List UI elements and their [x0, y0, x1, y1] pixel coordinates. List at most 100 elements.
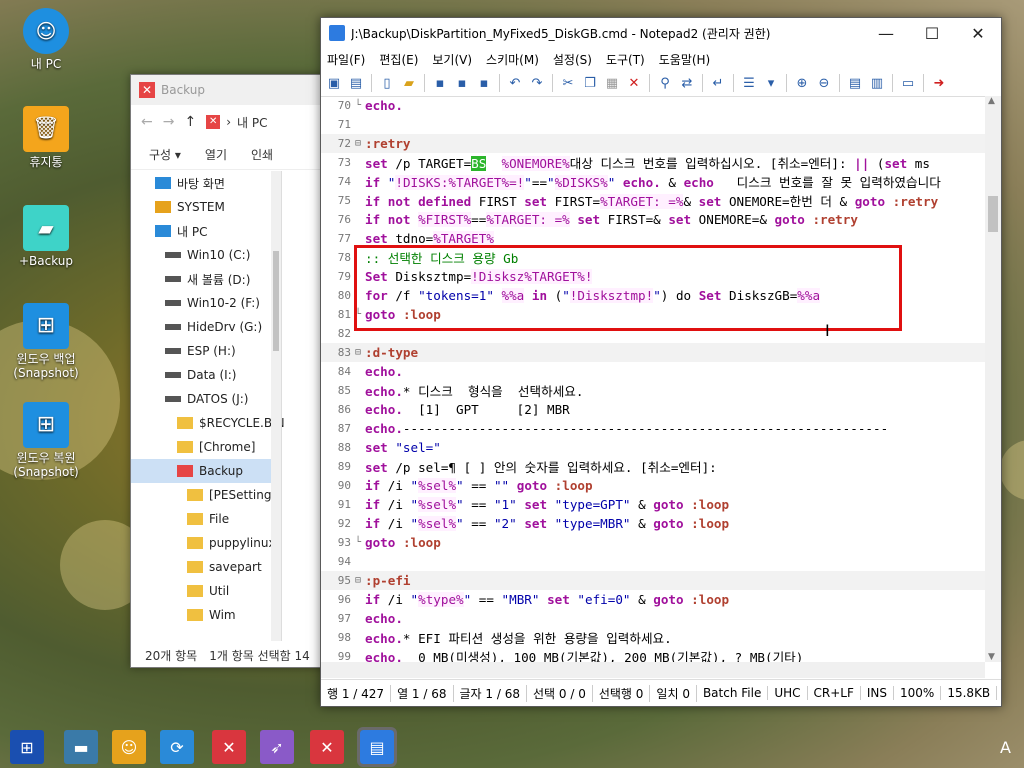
code-line[interactable]: 85 echo.* 디스크 형식을 선택하세요.	[321, 381, 985, 400]
breadcrumb-item[interactable]: 내 PC	[237, 114, 267, 131]
menu-item[interactable]: 설정(S)	[553, 51, 592, 68]
print-button[interactable]: 인쇄	[251, 146, 273, 163]
tree-item[interactable]: ESP (H:)	[131, 339, 271, 363]
code-line[interactable]: 73 set /p TARGET=BS %ONEMORE%대상 디스크 번호를 입…	[321, 153, 985, 172]
code-line[interactable]: 90 if /i "%sel%" == "" goto :loop	[321, 476, 985, 495]
code-line[interactable]: 91 if /i "%sel%" == "1" set "type=GPT" & …	[321, 495, 985, 514]
code-line[interactable]: 98 echo.* EFI 파티션 생성을 위한 용량을 입력하세요.	[321, 628, 985, 647]
drive-manager-icon[interactable]: ▬	[64, 730, 98, 764]
exit-icon[interactable]: ➜	[930, 74, 948, 92]
close-button[interactable]: ✕	[955, 18, 1001, 48]
organize-button[interactable]: 구성 ▾	[149, 146, 181, 163]
fold-marker[interactable]: ⊟	[355, 575, 365, 586]
tree-scrollbar[interactable]	[271, 171, 281, 641]
code-line[interactable]: 86 echo. [1] GPT [2] MBR	[321, 400, 985, 419]
tree-item[interactable]: Data (I:)	[131, 363, 271, 387]
forward-arrow-icon[interactable]: →	[163, 114, 175, 130]
desktop-icon[interactable]: 🗑 휴지통	[11, 106, 81, 169]
tree-item[interactable]: Wim	[131, 603, 271, 627]
desktop-icon[interactable]: ⊞ 윈도우 복원 (Snapshot)	[11, 402, 81, 479]
status-field[interactable]: UHC	[768, 686, 808, 700]
code-line[interactable]: 84 echo.	[321, 362, 985, 381]
zoom-out-icon[interactable]: ⊖	[815, 74, 833, 92]
code-line[interactable]: 88 set "sel="	[321, 438, 985, 457]
tree-item[interactable]: Win10-2 (F:)	[131, 291, 271, 315]
tree-item[interactable]: [Chrome]	[131, 435, 271, 459]
menu-item[interactable]: 도움말(H)	[659, 51, 711, 68]
tree-item[interactable]: Win10 (C:)	[131, 243, 271, 267]
status-field[interactable]: 100%	[894, 686, 942, 700]
minimize-button[interactable]: —	[863, 18, 909, 48]
code-line[interactable]: 93 └ goto :loop	[321, 533, 985, 552]
code-line[interactable]: 76 if not %FIRST%==%TARGET: =% set FIRST=…	[321, 210, 985, 229]
scrollbar-thumb[interactable]	[988, 196, 998, 232]
scrollbar-thumb[interactable]	[273, 251, 279, 351]
chevron-down-icon[interactable]: ▾	[762, 74, 780, 92]
tree-item[interactable]: puppylinux	[131, 531, 276, 555]
replace-icon[interactable]: ⇄	[678, 74, 696, 92]
fold-marker[interactable]: ⊟	[355, 138, 365, 149]
code-line[interactable]: 70 └ echo.	[321, 96, 985, 115]
view-icon[interactable]: ▤	[846, 74, 864, 92]
user-search-icon[interactable]: ☺	[112, 730, 146, 764]
editor-horizontal-scrollbar[interactable]	[321, 662, 985, 678]
new-window-icon[interactable]: ▣	[325, 74, 343, 92]
fold-marker[interactable]: ⊟	[355, 347, 365, 358]
status-field[interactable]: INS	[861, 686, 895, 700]
code-line[interactable]: 89 set /p sel=¶ [ ] 안의 숫자를 입력하세요. [취소=엔터]…	[321, 457, 985, 476]
settings-icon[interactable]: ▥	[868, 74, 886, 92]
notepad2-window[interactable]: J:\Backup\DiskPartition_MyFixed5_DiskGB.…	[320, 17, 1002, 707]
menu-item[interactable]: 파일(F)	[327, 51, 365, 68]
back-arrow-icon[interactable]: ←	[141, 114, 153, 130]
sync-icon[interactable]: ⟳	[160, 730, 194, 764]
maximize-button[interactable]: ☐	[909, 18, 955, 48]
code-line[interactable]: 96 if /i "%type%" == "MBR" set "efi=0" & …	[321, 590, 985, 609]
up-arrow-icon[interactable]: ↑	[184, 114, 196, 130]
backup-app-icon[interactable]: ✕	[310, 730, 344, 764]
zoom-in-icon[interactable]: ⊕	[793, 74, 811, 92]
menu-item[interactable]: 도구(T)	[606, 51, 645, 68]
desktop-icon[interactable]: ☺ 내 PC	[11, 8, 81, 71]
code-line[interactable]: 92 if /i "%sel%" == "2" set "type=MBR" & …	[321, 514, 985, 533]
redo-icon[interactable]: ↷	[528, 74, 546, 92]
delete-icon[interactable]: ✕	[625, 74, 643, 92]
code-line[interactable]: 95 ⊟:p-efi	[321, 571, 985, 590]
breadcrumb[interactable]: ✕ › 내 PC	[206, 114, 268, 131]
code-line[interactable]: 72 ⊟:retry	[321, 134, 985, 153]
code-line[interactable]: 87 echo.---------------------------------…	[321, 419, 985, 438]
status-field[interactable]: Batch File	[697, 686, 769, 700]
tree-item[interactable]: 새 볼륨 (D:)	[131, 267, 271, 291]
notepad-icon[interactable]: ▤	[357, 727, 397, 767]
menu-item[interactable]: 편집(E)	[379, 51, 418, 68]
code-line[interactable]: 97 echo.	[321, 609, 985, 628]
code-line[interactable]: 83 ⊟:d-type	[321, 343, 985, 362]
open-file-icon[interactable]: ▰	[400, 74, 418, 92]
menu-item[interactable]: 스키마(M)	[486, 51, 539, 68]
tree-item[interactable]: SYSTEM	[131, 195, 271, 219]
x-tool-icon[interactable]: ✕	[212, 730, 246, 764]
explorer-titlebar[interactable]: ✕ Backup	[131, 75, 331, 105]
tree-item[interactable]: $RECYCLE.BIN	[131, 411, 285, 435]
copy-icon[interactable]: ❐	[581, 74, 599, 92]
code-editor[interactable]: 70 └ echo. 71 72 ⊟:retry 73 set /p TARGET=BS %O…	[321, 96, 985, 662]
start-icon[interactable]: ⊞	[10, 730, 44, 764]
tree-item[interactable]: 바탕 화면	[131, 171, 271, 195]
open-button[interactable]: 열기	[205, 146, 227, 163]
editor-vertical-scrollbar[interactable]: ▲ ▼	[985, 96, 1001, 662]
tree-item[interactable]: DATOS (J:)	[131, 387, 271, 411]
paste-icon[interactable]: ▦	[603, 74, 621, 92]
code-line[interactable]: 75 if not defined FIRST set FIRST=%TARGET…	[321, 191, 985, 210]
tree-item[interactable]: 내 PC	[131, 219, 271, 243]
tree-item[interactable]: savepart	[131, 555, 271, 579]
tree-item[interactable]: Backup	[131, 459, 271, 483]
desktop-icon[interactable]: ▰ +Backup	[11, 205, 81, 268]
tree-item[interactable]: [PESetting]	[131, 483, 276, 507]
status-field[interactable]: CR+LF	[808, 686, 861, 700]
tree-item[interactable]: File	[131, 507, 271, 531]
save-icon[interactable]: ▪	[431, 74, 449, 92]
ime-indicator[interactable]: A	[1000, 738, 1011, 757]
cut-icon[interactable]: ✂	[559, 74, 577, 92]
word-wrap-icon[interactable]: ↵	[709, 74, 727, 92]
tree-item[interactable]: HideDrv (G:)	[131, 315, 271, 339]
save-copy-icon[interactable]: ▪	[475, 74, 493, 92]
